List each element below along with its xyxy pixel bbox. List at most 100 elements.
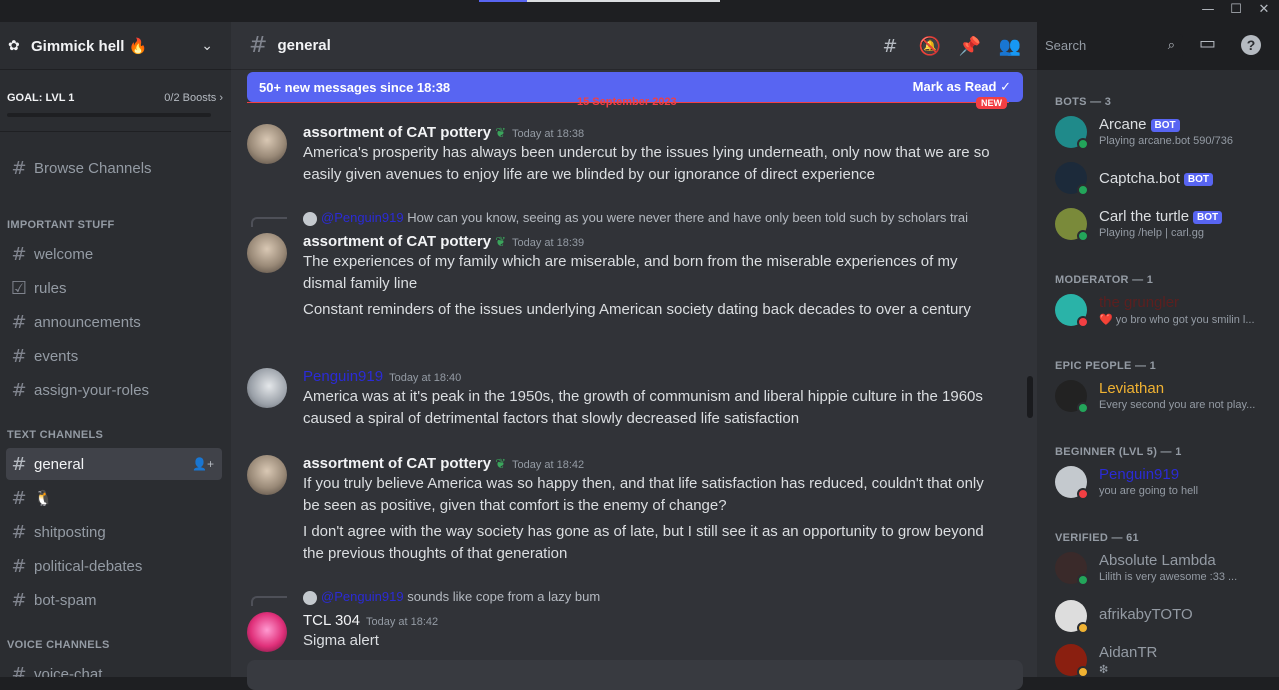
mute-bell-icon[interactable]: 🔕 — [910, 36, 950, 57]
channel-label: rules — [34, 279, 67, 297]
goal-boosts[interactable]: 0/2 Boosts › — [164, 92, 223, 104]
timestamp: Today at 18:40 — [389, 372, 462, 384]
channel-shitposting[interactable]: # shitposting — [6, 516, 222, 548]
bot-badge: BOT — [1193, 210, 1223, 224]
channel-penguin[interactable]: # 🐧 — [6, 482, 222, 514]
channel-events[interactable]: # events — [6, 340, 222, 372]
header-toolbar: # 🔕 📌 👥 — [870, 22, 1030, 70]
member-list-icon[interactable]: 👥 — [990, 36, 1030, 57]
reply-preview[interactable]: @Penguin919 sounds like cope from a lazy… — [303, 589, 1003, 605]
member-status: you are going to hell — [1099, 485, 1199, 497]
avatar[interactable] — [247, 233, 287, 273]
channel-general[interactable]: # general 👤+ — [6, 448, 222, 480]
maximize-icon[interactable]: ☐ — [1227, 2, 1245, 17]
member-status: Playing /help | carl.gg — [1099, 227, 1204, 239]
member-category: EPIC PEOPLE — 1 — [1055, 360, 1157, 372]
member-item[interactable]: afrikabyTOTO — [1055, 600, 1277, 642]
server-gear-icon: ✿ — [8, 37, 20, 53]
browse-channels-icon: # — [11, 157, 27, 179]
pin-icon[interactable]: 📌 — [950, 36, 990, 57]
message-text: Constant reminders of the issues underly… — [303, 301, 971, 318]
divider-date: 15 September 2023 — [577, 96, 677, 108]
member-name: the grungler — [1099, 294, 1180, 311]
status-online — [1077, 138, 1089, 150]
channel-label: 🐧 — [34, 490, 53, 507]
author-name[interactable]: TCL 304 — [303, 612, 360, 629]
mark-as-read-button[interactable]: Mark as Read ✓ — [913, 79, 1011, 95]
reply-mention[interactable]: @Penguin919 — [321, 589, 404, 604]
member-item[interactable]: AidanTR ❇ — [1055, 644, 1277, 677]
reply-text: sounds like cope from a lazy bum — [407, 589, 601, 604]
avatar[interactable] — [247, 612, 287, 652]
channel-announcements[interactable]: # announcements — [6, 306, 222, 338]
author-name[interactable]: assortment of CAT pottery — [303, 124, 491, 141]
message-composer[interactable] — [247, 660, 1023, 690]
inbox-icon[interactable]: ▭ — [1199, 33, 1216, 54]
server-header[interactable]: ✿ Gimmick hell 🔥 ⌄ — [0, 22, 231, 70]
status-online — [1077, 402, 1089, 414]
close-icon[interactable]: ✕ — [1255, 2, 1273, 17]
reply-preview[interactable]: @Penguin919 How can you know, seeing as … — [303, 210, 1003, 226]
status-idle — [1077, 622, 1089, 634]
status-online — [1077, 184, 1089, 196]
member-item[interactable]: Absolute Lambda Lilith is very awesome :… — [1055, 552, 1277, 594]
hash-icon: # — [11, 345, 27, 367]
channel-label: events — [34, 347, 79, 365]
status-idle — [1077, 666, 1089, 677]
new-badge: NEW — [976, 97, 1007, 109]
channel-voice-chat[interactable]: # voice-chat — [6, 658, 222, 678]
server-name: Gimmick hell 🔥 — [31, 37, 148, 55]
boost-goal[interactable]: GOAL: LVL 1 0/2 Boosts › — [0, 70, 231, 132]
message-text: The experiences of my family which are m… — [303, 253, 958, 292]
hash-icon: # — [11, 521, 27, 543]
member-item[interactable]: Leviathan Every second you are not play.… — [1055, 380, 1277, 422]
channel-welcome[interactable]: # welcome — [6, 238, 222, 270]
reply-connector — [251, 596, 287, 606]
channel-assign-your-roles[interactable]: # assign-your-roles — [6, 374, 222, 406]
rules-check-icon: ☑ — [10, 277, 28, 299]
member-item[interactable]: Captcha.bot BOT — [1055, 162, 1277, 204]
leaf-icon: ❦ — [495, 234, 506, 249]
author-name[interactable]: assortment of CAT pottery — [303, 455, 491, 472]
reply-mention[interactable]: @Penguin919 — [321, 210, 404, 225]
minimize-icon[interactable]: — — [1199, 2, 1217, 17]
member-name: Arcane BOT — [1099, 116, 1180, 133]
category-important[interactable]: IMPORTANT STUFF — [7, 219, 115, 231]
chevron-down-icon[interactable]: ⌄ — [201, 37, 213, 54]
search-input[interactable]: Search ⌕ — [1037, 34, 1183, 58]
threads-icon[interactable]: # — [870, 36, 910, 57]
member-list: BOTS — 3 Arcane BOT Playing arcane.bot 59… — [1037, 70, 1279, 677]
reply-avatar — [303, 211, 317, 226]
member-item[interactable]: Penguin919 you are going to hell — [1055, 466, 1277, 508]
message-text: America's prosperity has always been und… — [303, 144, 990, 183]
author-name[interactable]: Penguin919 — [303, 368, 383, 385]
channel-bot-spam[interactable]: # bot-spam — [6, 584, 222, 616]
hash-icon: # — [11, 379, 27, 401]
create-invite-icon[interactable]: 👤+ — [192, 457, 214, 471]
category-voice[interactable]: VOICE CHANNELS — [7, 639, 110, 651]
help-icon[interactable]: ? — [1241, 35, 1261, 55]
member-item[interactable]: Arcane BOT Playing arcane.bot 590/736 — [1055, 116, 1277, 158]
title-highlight-2 — [527, 0, 720, 2]
browse-channels[interactable]: # Browse Channels — [6, 152, 222, 184]
channel-label: voice-chat — [34, 665, 103, 678]
chat-scrollbar[interactable] — [1027, 376, 1033, 418]
member-item[interactable]: the grungler ❤️ yo bro who got you smili… — [1055, 294, 1277, 336]
member-category: MODERATOR — 1 — [1055, 274, 1154, 286]
avatar[interactable] — [247, 368, 287, 408]
member-name: Carl the turtle BOT — [1099, 208, 1223, 225]
avatar[interactable] — [247, 124, 287, 164]
chat-main: # general 50+ new messages since 18:38 M… — [231, 22, 1037, 690]
member-name: Leviathan — [1099, 380, 1165, 397]
channel-label: assign-your-roles — [34, 381, 150, 399]
hash-icon: # — [11, 311, 27, 333]
channel-political-debates[interactable]: # political-debates — [6, 550, 222, 582]
member-item[interactable]: Carl the turtle BOT Playing /help | carl.… — [1055, 208, 1277, 250]
leaf-icon: ❦ — [495, 456, 506, 471]
category-text[interactable]: TEXT CHANNELS — [7, 429, 103, 441]
channel-label: general — [34, 455, 85, 473]
channel-label: shitposting — [34, 523, 106, 541]
avatar[interactable] — [247, 455, 287, 495]
author-name[interactable]: assortment of CAT pottery — [303, 233, 491, 250]
channel-rules[interactable]: ☑ rules — [6, 272, 222, 304]
